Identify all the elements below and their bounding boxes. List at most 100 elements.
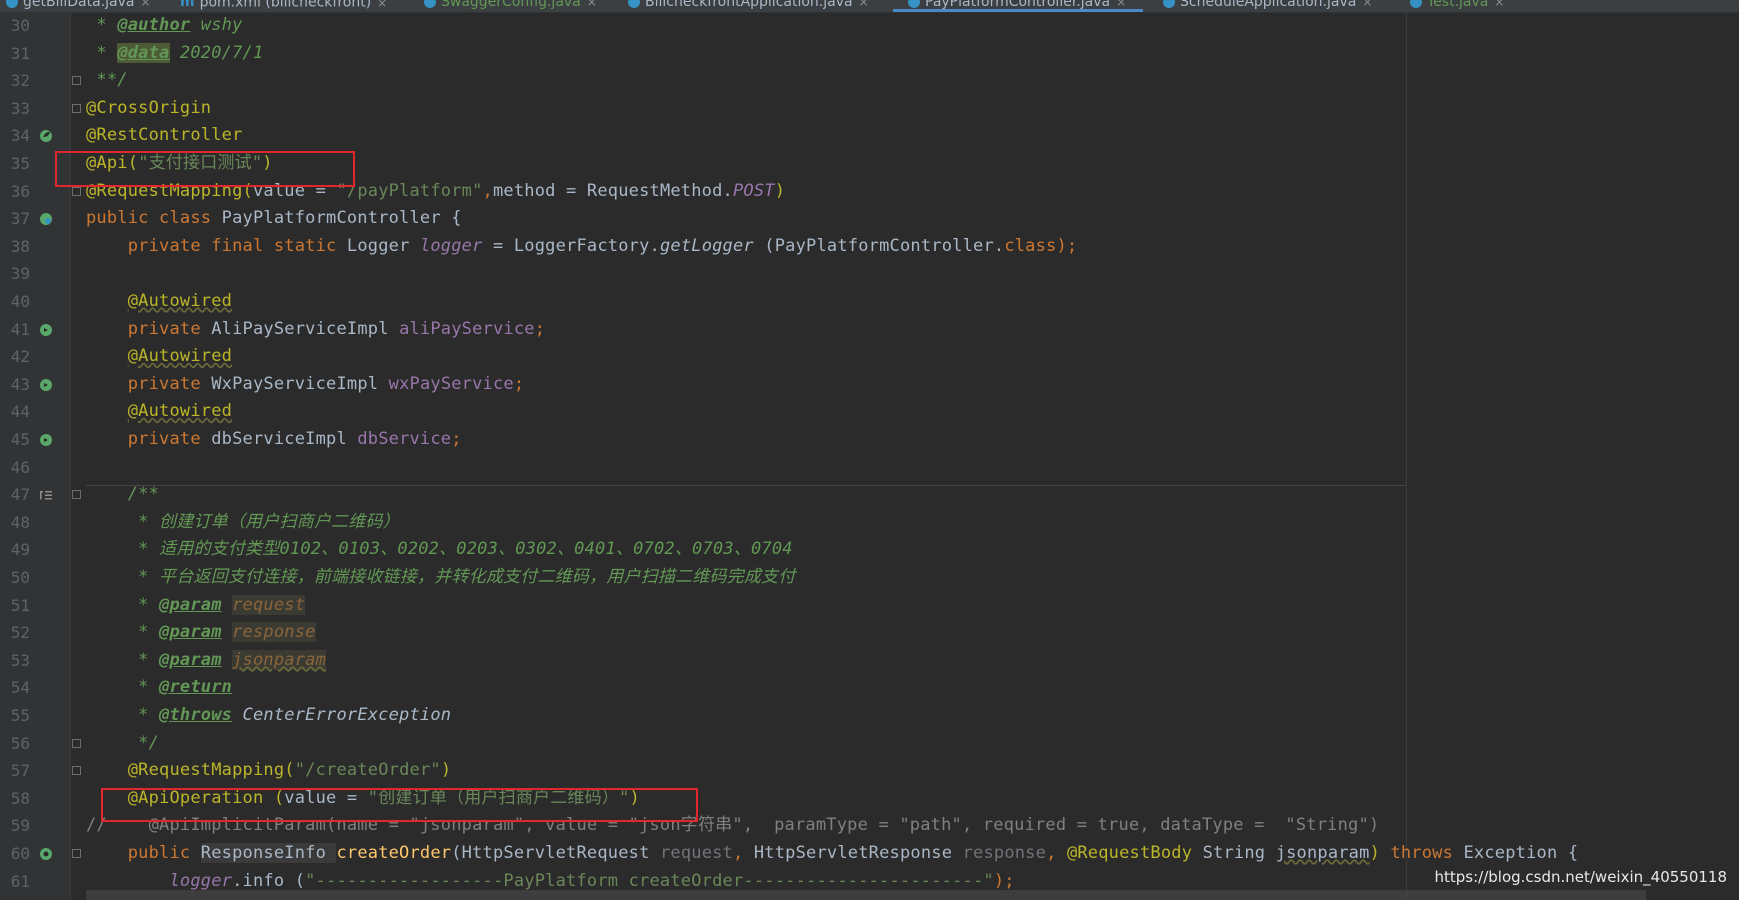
fold-icon[interactable] [72,490,81,500]
code-line: 60 public ResponseInfo createOrder(HttpS… [0,840,1739,868]
line-number: 58 [10,788,30,808]
code-line: 56 */ [0,730,1739,758]
code-text: @RequestMapping("/createOrder") [127,760,452,781]
code-text: * 平台返回支付连接，前端接收链接，并转化成支付二维码，用户扫描二维码完成支付 [86,567,796,587]
code-text: @CrossOrigin [86,97,212,118]
autowired-bean-icon[interactable] [39,323,53,337]
fold-icon[interactable] [72,766,81,776]
java-class-icon [1163,0,1175,8]
horizontal-scrollbar[interactable] [86,890,1646,900]
line-number: 61 [10,871,30,891]
code-line: 55 * @throws CenterErrorException [0,702,1739,730]
code-line: 49 * 适用的支付类型0102、0103、0202、0203、0302、040… [0,536,1739,564]
code-line: 52 * @param response [0,619,1739,647]
line-number: 49 [10,540,30,560]
code-text: * 创建订单（用户扫商户二维码） [86,511,400,532]
code-line: 33 @CrossOrigin [0,95,1739,123]
code-line: 57 @RequestMapping("/createOrder") [0,757,1739,785]
highlight-box-apioperation [101,788,698,822]
line-number: 35 [10,154,30,173]
maven-icon: m [180,0,195,10]
line-number: 52 [10,623,30,643]
tab-close-icon[interactable]: × [140,0,150,9]
code-line: 54 * @return [0,674,1739,702]
request-mapping-icon[interactable] [39,847,53,861]
code-line: 40 @Autowired [0,288,1739,316]
line-number: 42 [10,347,30,367]
line-number: 55 [10,706,30,725]
line-number: 50 [10,568,30,587]
fold-icon[interactable] [72,849,81,858]
line-number: 47 [10,485,30,505]
fold-icon[interactable] [72,76,81,86]
code-text: private AliPayServiceImpl aliPayService; [127,318,546,339]
tab-swaggerconfig[interactable]: SwaggerConfig.java × [424,0,597,12]
autowired-bean-icon[interactable] [39,378,53,392]
code-text: @Autowired [127,346,233,367]
code-text: */ [86,732,160,753]
code-line: 37 public class PayPlatformController { [0,205,1739,233]
line-number: 30 [10,16,30,35]
autowired-bean-icon[interactable] [39,433,53,447]
line-number: 36 [10,181,30,201]
line-number: 46 [10,457,30,477]
tab-scheduleapplication[interactable]: ScheduleApplication.java × [1163,0,1372,12]
tab-billcheckfrontapplication[interactable]: BillcheckfrontApplication.java × [628,0,869,12]
spring-bean-icon[interactable] [39,129,53,143]
code-line: 45 private dbServiceImpl dbService; [0,426,1739,454]
code-line: 42 @Autowired [0,343,1739,371]
tab-close-icon[interactable]: × [1116,0,1126,9]
code-text: private WxPayServiceImpl wxPayService; [127,373,525,394]
code-line: 46 [0,454,1739,482]
fold-icon[interactable] [72,186,81,196]
code-line: 48 * 创建订单（用户扫商户二维码） [0,509,1739,537]
tab-getbilldata[interactable]: getBillData.java × [6,0,151,12]
fold-icon[interactable] [72,738,81,748]
code-line: 41 private AliPayServiceImpl aliPayServi… [0,316,1739,344]
java-class-icon [628,0,640,8]
line-number: 48 [10,512,30,532]
code-line: 51 * @param request [0,592,1739,620]
code-text: * @author wshy [86,15,243,35]
fold-icon[interactable] [72,103,81,113]
code-text: @Autowired [127,401,233,422]
line-number: 40 [10,292,30,311]
code-text: * @throws CenterErrorException [86,705,452,725]
code-text: @Autowired [127,291,233,311]
code-text: **/ [86,70,128,91]
tab-close-icon[interactable]: × [377,0,387,10]
tab-test[interactable]: Test.java × [1410,0,1504,12]
line-number: 57 [10,761,30,781]
highlight-box-api [55,151,355,187]
code-text: * @return [86,677,233,698]
code-text: public class PayPlatformController { [86,208,462,229]
line-number: 38 [10,236,30,256]
line-number: 45 [10,430,30,449]
line-number: 41 [10,319,30,339]
line-number: 53 [10,650,30,670]
tab-close-icon[interactable]: × [1362,0,1372,9]
java-class-icon [424,0,436,8]
code-text: * @param jsonparam [86,649,327,670]
line-number: 54 [10,678,30,698]
code-text: private dbServiceImpl dbService; [127,429,462,449]
code-line: 53 * @param jsonparam [0,647,1739,675]
tab-pom-xml[interactable]: m pom.xml (billcheckfront) × [180,0,387,12]
tab-close-icon[interactable]: × [587,0,597,9]
java-class-icon [6,0,18,8]
code-editor[interactable]: 30 * @author wshy 31 * @data 2020/7/1 32… [0,12,1739,900]
line-number: 56 [10,733,30,753]
line-number: 59 [10,816,30,836]
line-number: 34 [10,126,30,146]
code-text: private final static Logger logger = Log… [127,235,1078,256]
method-separator [86,485,1406,486]
code-text: * @data 2020/7/1 [86,42,264,63]
tab-close-icon[interactable]: × [859,0,869,9]
render-doc-icon[interactable] [39,488,53,502]
code-text: * @param request [86,594,306,615]
line-number: 37 [10,209,30,229]
code-line: 43 private WxPayServiceImpl wxPayService… [0,371,1739,399]
tab-close-icon[interactable]: × [1494,0,1504,9]
spring-bean-icon[interactable] [39,212,53,226]
line-number: 33 [10,98,30,118]
